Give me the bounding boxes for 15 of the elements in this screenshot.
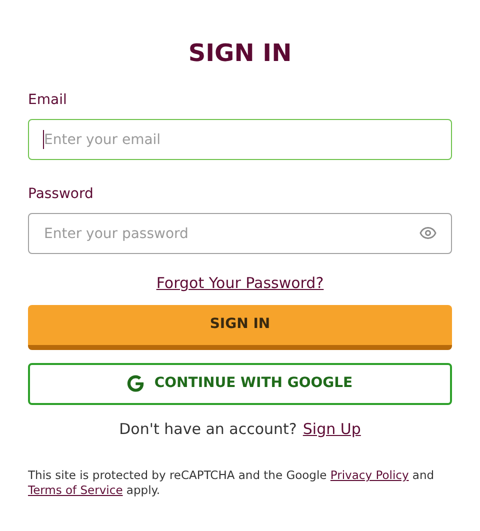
- page-title: SIGN IN: [188, 38, 292, 69]
- forgot-password-link[interactable]: Forgot Your Password?: [156, 272, 324, 294]
- google-button[interactable]: CONTINUE WITH GOOGLE: [28, 362, 452, 404]
- eye-icon[interactable]: [419, 224, 437, 242]
- input-field[interactable]: Enter your password: [28, 213, 452, 254]
- sign-in-button[interactable]: SIGN IN: [28, 304, 452, 350]
- sign-up-link[interactable]: Sign Up: [302, 418, 361, 440]
- signup-prompt: Don't have an account?: [119, 418, 297, 440]
- field-label: Password: [28, 185, 94, 204]
- field-label: Email: [28, 91, 67, 110]
- input-field[interactable]: Enter your email: [28, 119, 452, 160]
- google-icon: [127, 375, 144, 392]
- policy-link[interactable]: Privacy Policy: [330, 468, 409, 482]
- policy-link[interactable]: Terms of Service: [28, 483, 123, 497]
- recaptcha-notice: This site is protected by reCAPTCHA and the Google Privacy Policy and Terms of Service apply.: [28, 468, 436, 498]
